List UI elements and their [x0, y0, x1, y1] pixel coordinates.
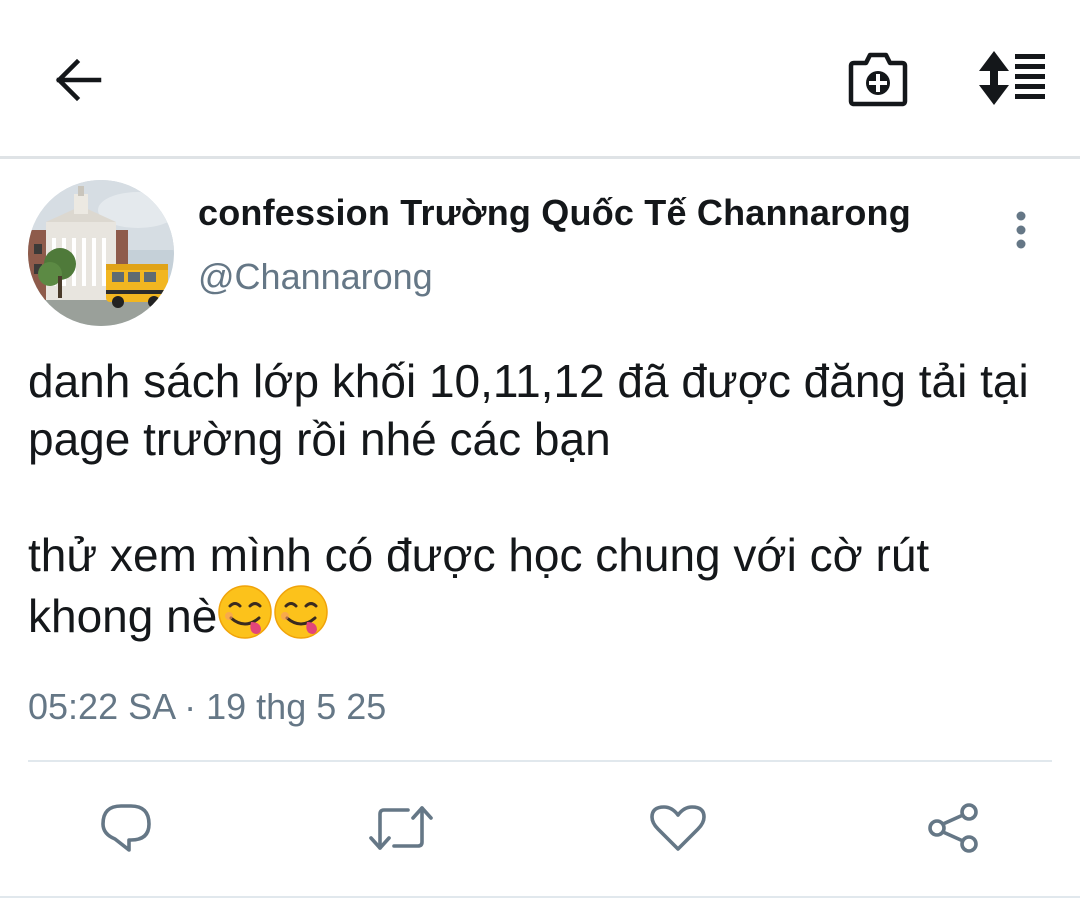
- more-vertical-icon: [1016, 211, 1026, 249]
- topbar-divider: [0, 156, 1080, 159]
- author-handle[interactable]: @Channarong: [198, 256, 433, 298]
- face-savoring-food-emoji: [218, 585, 273, 639]
- camera-button[interactable]: [838, 40, 918, 116]
- share-icon: [928, 803, 978, 853]
- back-button[interactable]: [40, 45, 116, 115]
- content-divider: [28, 760, 1052, 762]
- face-savoring-food-emoji: [274, 585, 329, 639]
- more-options-button[interactable]: [996, 200, 1046, 260]
- tweet-text: danh sách lớp khối 10,11,12 đã được đăng…: [28, 352, 1058, 645]
- reply-button[interactable]: [91, 795, 161, 861]
- share-button[interactable]: [918, 795, 988, 861]
- camera-plus-icon: [848, 52, 908, 107]
- tweet-body-text: danh sách lớp khối 10,11,12 đã được đăng…: [28, 355, 1029, 642]
- author-display-name[interactable]: confession Trường Quốc Tế Channarong: [198, 192, 911, 234]
- tweet-timestamp: 05:22 SA · 19 thg 5 25: [28, 686, 387, 727]
- avatar[interactable]: [28, 180, 174, 326]
- retweet-icon: [369, 806, 433, 850]
- like-button[interactable]: [643, 795, 713, 861]
- avatar-image: [28, 180, 174, 326]
- heart-icon: [650, 805, 706, 851]
- reply-icon: [101, 804, 151, 852]
- bottom-divider: [0, 896, 1080, 898]
- retweet-button[interactable]: [366, 795, 436, 861]
- sort-list-icon: [979, 51, 1045, 105]
- top-app-bar: [0, 0, 1080, 156]
- arrow-left-icon: [55, 58, 102, 102]
- sort-button[interactable]: [968, 40, 1056, 116]
